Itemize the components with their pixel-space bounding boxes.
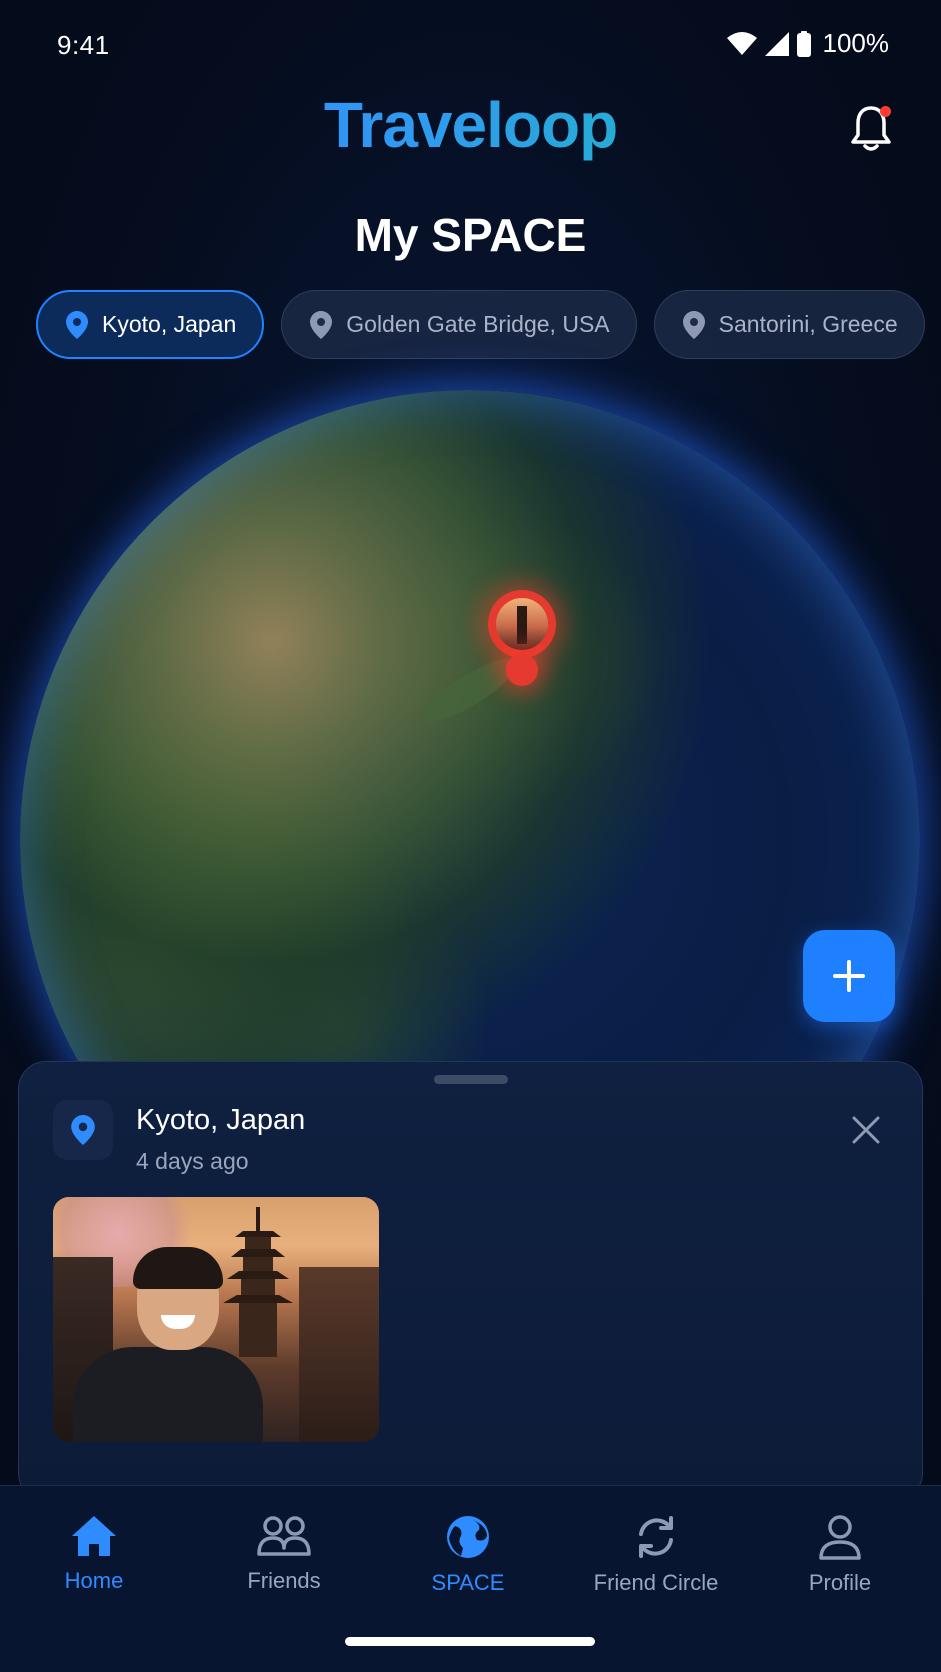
home-icon [72, 1516, 116, 1556]
notifications-button[interactable] [849, 104, 893, 154]
status-icons: 100% [726, 28, 890, 59]
location-pin-icon [310, 310, 333, 339]
nav-profile[interactable]: Profile [750, 1514, 930, 1596]
nav-label: Profile [808, 1570, 872, 1595]
nav-friend-circle[interactable]: Friend Circle [566, 1514, 746, 1596]
location-chip-label: Golden Gate Bridge, USA [346, 311, 610, 337]
location-chip-santorini[interactable]: Santorini, Greece [653, 290, 925, 359]
home-indicator[interactable] [345, 1637, 595, 1646]
plus-icon [833, 960, 865, 992]
kyoto-map-marker[interactable] [482, 590, 562, 700]
sheet-title: Kyoto, Japan [136, 1104, 306, 1136]
add-memory-button[interactable] [803, 930, 895, 1022]
status-time: 9:41 [57, 30, 110, 60]
battery-icon [796, 30, 811, 57]
app-screen: 9:41 100% Traveloop My SPACE Kyoto, Japa… [0, 0, 941, 1672]
nav-label: SPACE [431, 1570, 505, 1595]
friends-icon [257, 1516, 311, 1556]
sheet-location-icon [53, 1100, 113, 1160]
signal-icon [764, 31, 789, 56]
nav-label: Friends [247, 1568, 321, 1593]
wifi-icon [726, 31, 757, 55]
location-chip-label: Kyoto, Japan [102, 311, 237, 337]
nav-friends[interactable]: Friends [194, 1514, 374, 1594]
page-title: My SPACE [354, 209, 587, 261]
nav-label: Friend Circle [593, 1570, 719, 1595]
nav-space[interactable]: SPACE [378, 1514, 558, 1596]
memory-photo[interactable] [53, 1197, 379, 1442]
photo-person-hair [133, 1247, 223, 1289]
location-pin-icon [66, 310, 88, 339]
refresh-icon [639, 1516, 673, 1558]
photo-person-body [73, 1347, 263, 1442]
location-chip-golden-gate[interactable]: Golden Gate Bridge, USA [281, 290, 637, 359]
globe-icon [447, 1516, 489, 1558]
photo-house-right [299, 1267, 379, 1442]
nav-home[interactable]: Home [4, 1514, 184, 1594]
location-chip-label: Santorini, Greece [718, 311, 898, 337]
notification-badge [880, 106, 891, 117]
close-icon [852, 1116, 880, 1144]
photo-pagoda [223, 1207, 293, 1357]
close-sheet-button[interactable] [848, 1112, 884, 1148]
location-pin-icon [682, 310, 705, 339]
location-pin-icon [71, 1115, 95, 1145]
marker-thumbnail [496, 598, 548, 650]
marker-dot [506, 654, 538, 686]
app-logo: Traveloop [0, 88, 941, 162]
sheet-drag-handle[interactable] [433, 1075, 508, 1084]
location-chip-kyoto[interactable]: Kyoto, Japan [36, 290, 265, 359]
marker-head [488, 590, 556, 658]
battery-level: 100% [822, 28, 890, 58]
nav-label: Home [64, 1568, 124, 1593]
sheet-timestamp: 4 days ago [136, 1148, 249, 1174]
profile-icon [819, 1515, 861, 1560]
status-bar: 9:41 100% [0, 0, 941, 90]
location-detail-sheet: Kyoto, Japan 4 days ago [18, 1061, 923, 1501]
location-chips: Kyoto, Japan Golden Gate Bridge, USA San… [36, 290, 925, 359]
